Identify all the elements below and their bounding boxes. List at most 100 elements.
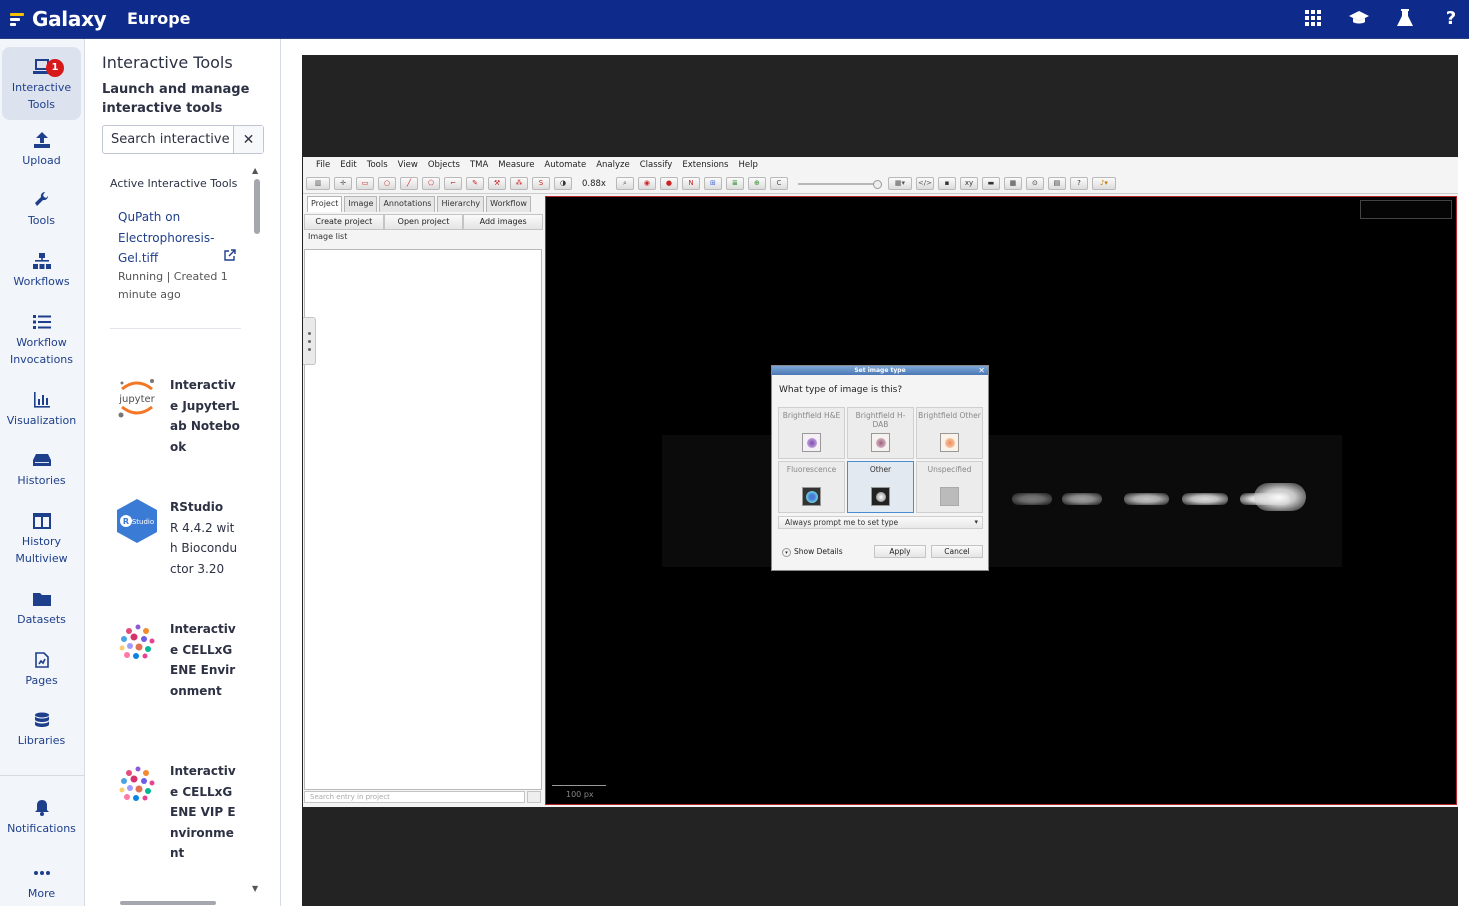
log-icon[interactable]: ▤ (1047, 177, 1066, 190)
activity-upload[interactable]: Upload (2, 132, 81, 169)
polyline-tool-icon[interactable]: ⌐ (444, 177, 462, 190)
overview-icon[interactable]: ▪ (937, 177, 956, 190)
rectangle-tool-icon[interactable]: ▭ (356, 177, 374, 190)
fill-detections-icon[interactable]: ⊕ (747, 177, 766, 190)
help-icon[interactable]: ? (1069, 177, 1088, 190)
zoom-fit-icon[interactable]: ⌕ (615, 177, 634, 190)
image-viewer[interactable]: 100 px (545, 196, 1457, 805)
activity-tools[interactable]: Tools (2, 192, 81, 229)
move-tool-icon[interactable]: ✛ (334, 177, 352, 190)
menu-view[interactable]: View (393, 157, 423, 173)
tool-card-cellxgene[interactable]: Interactive CELLxGENE Environment (114, 619, 254, 749)
points-tool-icon[interactable]: ⁂ (510, 177, 528, 190)
menu-help[interactable]: Help (734, 157, 763, 173)
panel-scrollbar[interactable] (254, 179, 260, 234)
menu-classify[interactable]: Classify (635, 157, 678, 173)
graduation-cap-icon[interactable] (1349, 8, 1369, 28)
help-icon[interactable]: ? (1441, 8, 1461, 29)
measurement-table-icon[interactable]: ▦▾ (887, 177, 912, 190)
activity-more[interactable]: More (2, 865, 81, 902)
search-input[interactable] (103, 126, 233, 153)
close-icon[interactable]: ✕ (978, 366, 985, 375)
menu-automate[interactable]: Automate (539, 157, 591, 173)
activity-interactive-tools[interactable]: 1 Interactive Tools (2, 47, 81, 120)
fill-annotations-icon[interactable]: ● (659, 177, 678, 190)
option-fluorescence[interactable]: Fluorescence (778, 461, 845, 513)
script-editor-icon[interactable]: </> (915, 177, 934, 190)
flask-icon[interactable] (1395, 8, 1415, 28)
tab-workflow[interactable]: Workflow (486, 196, 531, 212)
other-image-icon (870, 487, 890, 506)
menu-extensions[interactable]: Extensions (677, 157, 733, 173)
option-brightfield-he[interactable]: Brightfield H&E (778, 407, 845, 459)
option-brightfield-hdab[interactable]: Brightfield H-DAB (847, 407, 914, 459)
activity-visualization[interactable]: Visualization (2, 392, 81, 429)
menu-analyze[interactable]: Analyze (591, 157, 635, 173)
opacity-slider[interactable] (797, 179, 882, 189)
project-search-input[interactable]: Search entry in project (304, 791, 525, 803)
active-tool-link[interactable]: QuPath on Electrophoresis-Gel.tiff (118, 207, 228, 269)
activity-libraries[interactable]: Libraries (2, 712, 81, 749)
external-link-icon[interactable] (224, 249, 236, 261)
scalebar-icon[interactable]: ▬ (981, 177, 1000, 190)
show-detections-icon[interactable]: ≣ (725, 177, 744, 190)
panel-subtitle: Launch and manage interactive tools (102, 82, 250, 116)
polygon-tool-icon[interactable]: ⬠ (422, 177, 440, 190)
cellxgene-logo (117, 622, 157, 662)
menu-measure[interactable]: Measure (493, 157, 539, 173)
cursor-location-icon[interactable]: xy (959, 177, 978, 190)
show-tma-grid-icon[interactable]: ⊞ (703, 177, 722, 190)
search-options-button[interactable] (527, 791, 541, 803)
grid-icon[interactable]: ▦ (1003, 177, 1022, 190)
tool-card-jupyterlab[interactable]: jupyter Interactive JupyterLab Notebook (114, 375, 254, 485)
brightness-contrast-icon[interactable]: ◑ (554, 177, 572, 190)
show-details-toggle[interactable]: ▾ Show Details (782, 547, 843, 557)
overview-thumbnail[interactable] (1360, 200, 1452, 219)
create-project-button[interactable]: Create project (304, 214, 384, 230)
connections-icon[interactable]: C (769, 177, 788, 190)
wand-tool-icon[interactable]: ⚒ (488, 177, 506, 190)
show-annotations-icon[interactable]: ◉ (637, 177, 656, 190)
activity-datasets[interactable]: Datasets (2, 591, 81, 628)
extensions-icon[interactable]: ♪▾ (1091, 177, 1116, 190)
tab-hierarchy[interactable]: Hierarchy (437, 196, 485, 212)
prompt-option-select[interactable]: Always prompt me to set type ▾ (778, 516, 983, 529)
activity-notifications[interactable]: Notifications (2, 800, 81, 837)
brand-link[interactable]: Galaxy (10, 7, 107, 31)
menu-objects[interactable]: Objects (423, 157, 465, 173)
activity-histories[interactable]: Histories (2, 452, 81, 489)
brush-tool-icon[interactable]: ✎ (466, 177, 484, 190)
option-unspecified[interactable]: Unspecified (916, 461, 983, 513)
tool-card-rstudio[interactable]: R Studio RStudio R 4.4.2 with Bioconduct… (114, 497, 254, 607)
open-project-button[interactable]: Open project (383, 214, 464, 230)
panel-horizontal-scrollbar[interactable] (120, 901, 216, 905)
option-brightfield-other[interactable]: Brightfield Other (916, 407, 983, 459)
show-names-icon[interactable]: N (681, 177, 700, 190)
tab-annotations[interactable]: Annotations (379, 196, 436, 212)
tool-card-cellxgene-vip[interactable]: Interactive CELLxGENE VIP Environment (114, 761, 254, 891)
toggle-panel-icon[interactable]: ▥ (306, 177, 330, 190)
menu-file[interactable]: File (311, 157, 335, 173)
scroll-up-arrow-icon[interactable]: ▲ (252, 166, 258, 175)
add-images-button[interactable]: Add images (463, 214, 544, 230)
clear-search-button[interactable]: ✕ (233, 126, 263, 153)
apps-grid-icon[interactable] (1303, 8, 1323, 28)
activity-workflows[interactable]: Workflows (2, 253, 81, 290)
activity-history-multiview[interactable]: History Multiview (2, 513, 81, 567)
pane-resize-handle[interactable] (303, 317, 316, 365)
option-other[interactable]: Other (847, 461, 914, 513)
ellipse-tool-icon[interactable]: ○ (378, 177, 396, 190)
menu-tools[interactable]: Tools (362, 157, 393, 173)
menu-tma[interactable]: TMA (465, 157, 493, 173)
pixel-classifier-icon[interactable]: ⊙ (1025, 177, 1044, 190)
selection-mode-icon[interactable]: S (532, 177, 550, 190)
cancel-button[interactable]: Cancel (931, 545, 983, 558)
image-list[interactable] (304, 249, 542, 790)
tab-project[interactable]: Project (307, 196, 343, 212)
activity-pages[interactable]: Pages (2, 652, 81, 689)
line-tool-icon[interactable]: ╱ (400, 177, 418, 190)
activity-workflow-invocations[interactable]: Workflow Invocations (2, 314, 81, 368)
apply-button[interactable]: Apply (874, 545, 926, 558)
menu-edit[interactable]: Edit (335, 157, 361, 173)
tab-image[interactable]: Image (344, 196, 378, 212)
